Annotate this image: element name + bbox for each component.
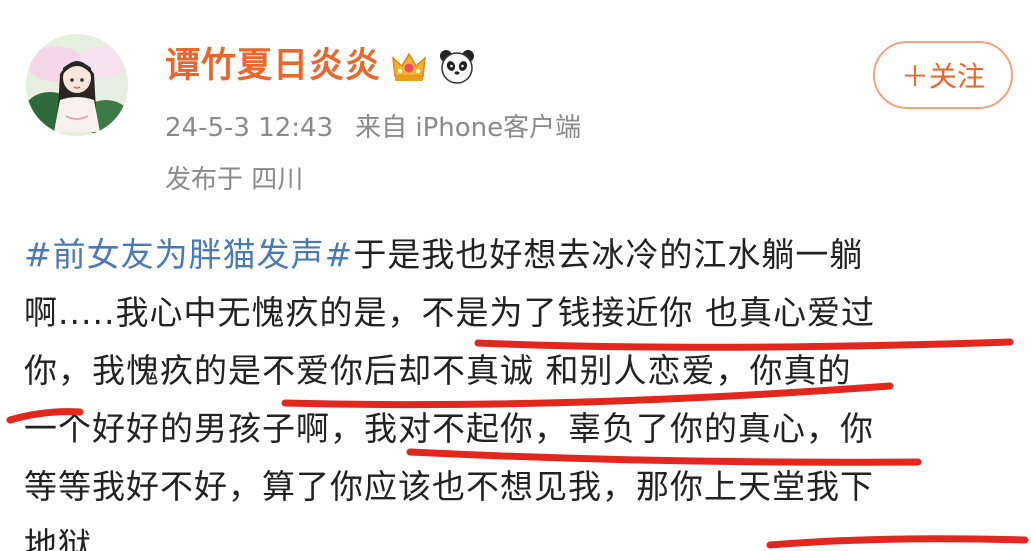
- post-line: 地狱: [24, 525, 92, 551]
- post-line: 啊.....我心中无愧疚的是，不是为了钱接近你 也真心爱过: [24, 293, 875, 332]
- post-time: 24-5-3 12:43: [165, 113, 334, 143]
- post-line: 等等我好不好，算了你应该也不想见我，那你上天堂我下: [24, 467, 874, 506]
- username-row: 谭竹夏日炎炎: [165, 42, 477, 90]
- post-text: 于是我也好想去冰冷的江水躺一躺: [353, 235, 864, 274]
- panda-badge-icon: [437, 46, 477, 86]
- weibo-post: 谭竹夏日炎炎 ＋关注 24-5-3 12:43 来自 iPhone客户端 发布于…: [0, 0, 1031, 551]
- hashtag-link[interactable]: #前女友为胖猫发声#: [24, 235, 353, 274]
- post-meta: 24-5-3 12:43 来自 iPhone客户端: [165, 110, 581, 146]
- post-content: #前女友为胖猫发声#于是我也好想去冰冷的江水躺一躺 啊.....我心中无愧疚的是…: [24, 226, 1014, 551]
- crown-badge-icon: [389, 46, 429, 86]
- avatar[interactable]: [26, 34, 128, 136]
- post-line: 一个好好的男孩子啊，我对不起你，辜负了你的真心，你: [24, 409, 874, 448]
- username[interactable]: 谭竹夏日炎炎: [165, 42, 381, 90]
- post-line: 你，我愧疚的是不爱你后却不真诚 和别人恋爱，你真的: [24, 351, 852, 390]
- post-source[interactable]: 来自 iPhone客户端: [355, 113, 581, 143]
- post-line: #前女友为胖猫发声#于是我也好想去冰冷的江水躺一躺: [24, 226, 1014, 284]
- post-location: 发布于 四川: [165, 165, 304, 195]
- follow-button[interactable]: ＋关注: [873, 41, 1013, 109]
